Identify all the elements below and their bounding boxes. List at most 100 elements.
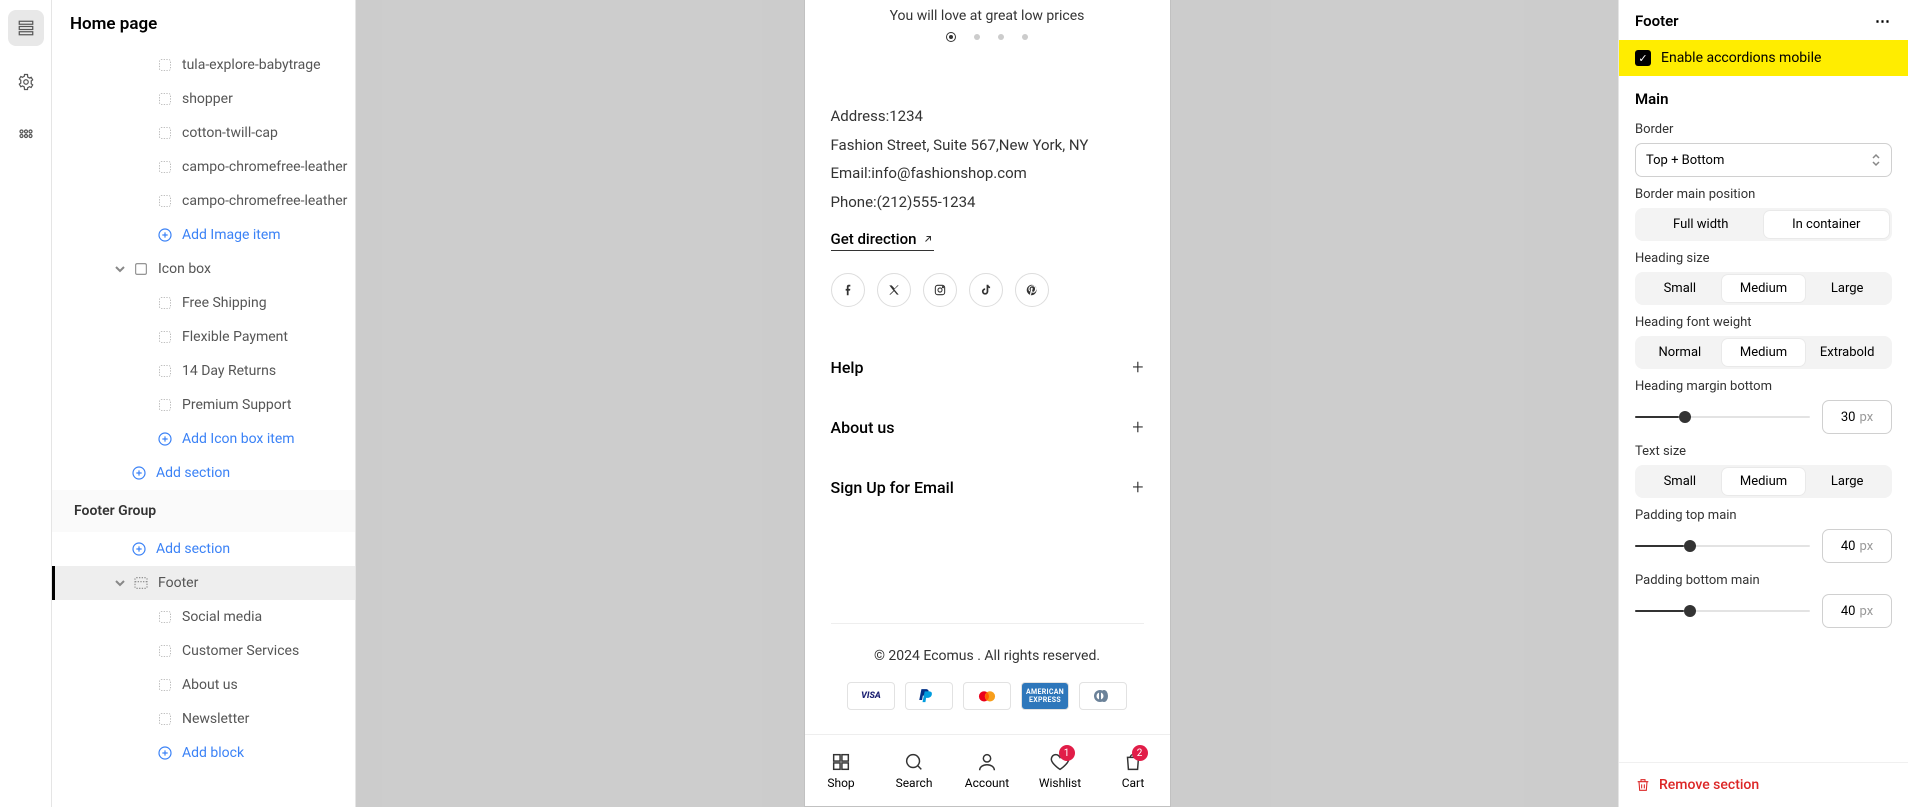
- get-direction-label: Get direction: [831, 230, 917, 248]
- heading-margin-input[interactable]: 30px: [1822, 400, 1892, 434]
- seg-text-small[interactable]: Small: [1638, 468, 1722, 495]
- tree-section-label: Icon box: [158, 261, 211, 277]
- tab-wishlist[interactable]: 1Wishlist: [1024, 735, 1097, 806]
- plus-icon: +: [1132, 415, 1143, 439]
- rail-sections-icon[interactable]: [8, 10, 44, 46]
- get-direction-link[interactable]: Get direction: [831, 230, 935, 251]
- mobile-preview: You will love at great low prices Addres…: [805, 0, 1170, 806]
- dot-icon[interactable]: [998, 34, 1004, 40]
- add-label: Add section: [156, 541, 230, 557]
- tree-item[interactable]: tula-explore-babytrage: [52, 48, 355, 82]
- social-links: [831, 273, 1144, 307]
- seg-medium-weight[interactable]: Medium: [1722, 339, 1806, 366]
- accordion-item-help[interactable]: Help+: [831, 337, 1144, 397]
- rail-apps-icon[interactable]: [8, 118, 44, 154]
- address-line2: Fashion Street, Suite 567,New York, NY: [831, 131, 1144, 160]
- payment-icons: VISA AMERICANEXPRESS: [831, 682, 1144, 710]
- add-image-item[interactable]: Add Image item: [52, 218, 355, 252]
- remove-section-button[interactable]: Remove section: [1619, 762, 1908, 807]
- tab-account[interactable]: Account: [951, 735, 1024, 806]
- seg-extrabold[interactable]: Extrabold: [1805, 339, 1889, 366]
- tree-item-label: 14 Day Returns: [182, 363, 276, 379]
- tree-item[interactable]: shopper: [52, 82, 355, 116]
- phone-value: (212)555-1234: [877, 193, 976, 211]
- tree-item[interactable]: Social media: [52, 600, 355, 634]
- dot-icon[interactable]: [974, 34, 980, 40]
- accordion-label: Help: [831, 358, 864, 377]
- add-section[interactable]: Add section: [52, 456, 355, 490]
- tree-item[interactable]: Flexible Payment: [52, 320, 355, 354]
- dot-icon[interactable]: [1022, 34, 1028, 40]
- tree-section-footer[interactable]: Footer: [52, 566, 355, 600]
- seg-text-large[interactable]: Large: [1805, 468, 1889, 495]
- seg-normal[interactable]: Normal: [1638, 339, 1722, 366]
- section-tree-sidebar: Home page tula-explore-babytrage shopper…: [52, 0, 356, 807]
- heading-margin-slider[interactable]: [1635, 407, 1810, 427]
- x-twitter-icon[interactable]: [877, 273, 911, 307]
- add-label: Add section: [156, 465, 230, 481]
- tab-label: Search: [896, 776, 933, 790]
- tree-item[interactable]: Free Shipping: [52, 286, 355, 320]
- visa-icon: VISA: [847, 682, 895, 710]
- accordion-item-signup[interactable]: Sign Up for Email+: [831, 457, 1144, 517]
- tab-cart[interactable]: 2Cart: [1097, 735, 1170, 806]
- seg-medium[interactable]: Medium: [1722, 275, 1806, 302]
- tiktok-icon[interactable]: [969, 273, 1003, 307]
- seg-full-width[interactable]: Full width: [1638, 211, 1764, 238]
- add-block[interactable]: Add block: [52, 736, 355, 770]
- carousel-dots[interactable]: [825, 34, 1150, 44]
- tree-item-label: Newsletter: [182, 711, 249, 727]
- tab-label: Account: [965, 776, 1009, 790]
- enable-accordions-toggle[interactable]: ✓ Enable accordions mobile: [1619, 40, 1908, 76]
- padding-bottom-slider[interactable]: [1635, 601, 1810, 621]
- facebook-icon[interactable]: [831, 273, 865, 307]
- tree-item[interactable]: campo-chromefree-leather: [52, 150, 355, 184]
- tree-item[interactable]: cotton-twill-cap: [52, 116, 355, 150]
- border-position-label: Border main position: [1635, 187, 1892, 202]
- tree-item-label: Social media: [182, 609, 262, 625]
- more-icon[interactable]: ⋯: [1875, 12, 1892, 30]
- tree-item[interactable]: campo-chromefree-leather: [52, 184, 355, 218]
- tree-item-label: campo-chromefree-leather: [182, 159, 347, 175]
- tree-item-label: Flexible Payment: [182, 329, 288, 345]
- rail-settings-icon[interactable]: [8, 64, 44, 100]
- pinterest-icon[interactable]: [1015, 273, 1049, 307]
- border-select[interactable]: Top + Bottom: [1635, 143, 1892, 177]
- padding-top-slider[interactable]: [1635, 536, 1810, 556]
- input-value: 40: [1841, 539, 1856, 554]
- tree-item-label: tula-explore-babytrage: [182, 57, 321, 73]
- heading-weight-segmented: Normal Medium Extrabold: [1635, 336, 1892, 369]
- tab-shop[interactable]: Shop: [805, 735, 878, 806]
- tree-group-footer[interactable]: Footer Group: [52, 490, 355, 532]
- heading-margin-label: Heading margin bottom: [1635, 379, 1892, 394]
- tree-item[interactable]: Premium Support: [52, 388, 355, 422]
- tree-item[interactable]: Customer Services: [52, 634, 355, 668]
- add-icon-box-item[interactable]: Add Icon box item: [52, 422, 355, 456]
- tree-item-label: cotton-twill-cap: [182, 125, 278, 141]
- tree-item[interactable]: Newsletter: [52, 702, 355, 736]
- tree-item[interactable]: 14 Day Returns: [52, 354, 355, 388]
- tree-section-icon-box[interactable]: Icon box: [52, 252, 355, 286]
- tree-item[interactable]: About us: [52, 668, 355, 702]
- padding-bottom-input[interactable]: 40px: [1822, 594, 1892, 628]
- email-value: info@fashionshop.com: [871, 164, 1027, 182]
- seg-text-medium[interactable]: Medium: [1722, 468, 1806, 495]
- seg-in-container[interactable]: In container: [1764, 211, 1890, 238]
- heading-weight-label: Heading font weight: [1635, 315, 1892, 330]
- toggle-label: Enable accordions mobile: [1661, 50, 1821, 66]
- add-label: Add Image item: [182, 227, 281, 243]
- tab-search[interactable]: Search: [878, 735, 951, 806]
- checkbox-icon: ✓: [1635, 50, 1651, 66]
- seg-small[interactable]: Small: [1638, 275, 1722, 302]
- dot-icon[interactable]: [946, 32, 956, 42]
- instagram-icon[interactable]: [923, 273, 957, 307]
- add-label: Add Icon box item: [182, 431, 295, 447]
- accordion-item-about[interactable]: About us+: [831, 397, 1144, 457]
- seg-large[interactable]: Large: [1805, 275, 1889, 302]
- input-unit: px: [1859, 410, 1873, 425]
- heading-size-label: Heading size: [1635, 251, 1892, 266]
- padding-top-input[interactable]: 40px: [1822, 529, 1892, 563]
- add-section-footer-group[interactable]: Add section: [52, 532, 355, 566]
- input-unit: px: [1859, 604, 1873, 619]
- heading-size-segmented: Small Medium Large: [1635, 272, 1892, 305]
